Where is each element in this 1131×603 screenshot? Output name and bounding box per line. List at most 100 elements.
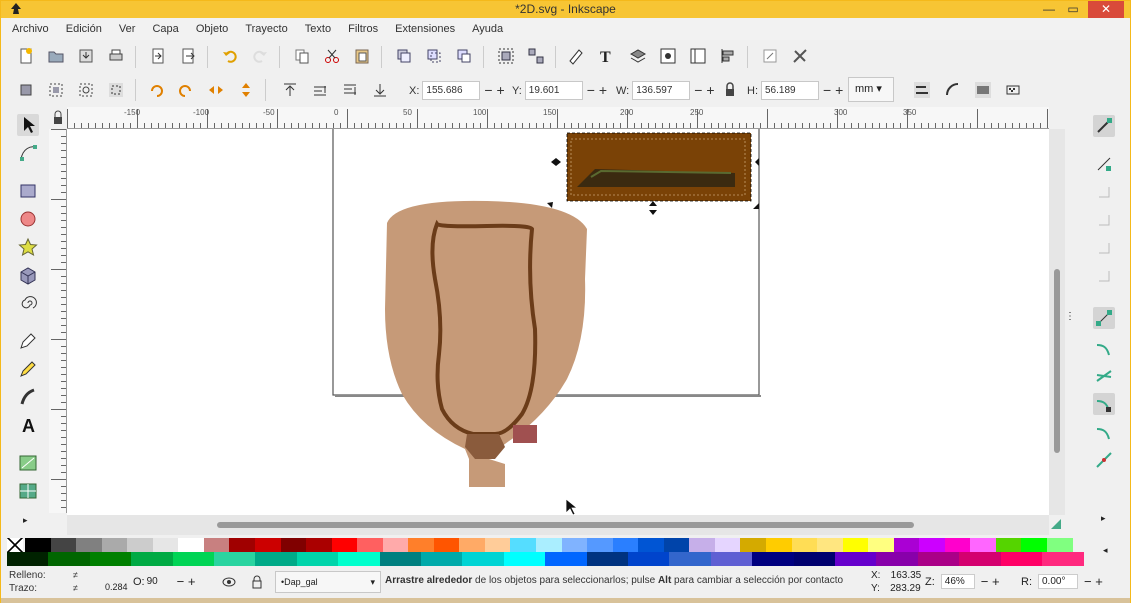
current-layer-select[interactable]: •Dap_gal ▾	[275, 571, 381, 593]
color-swatch[interactable]	[331, 538, 358, 552]
color-swatch[interactable]	[255, 552, 298, 566]
selector-tool-icon[interactable]	[17, 114, 39, 136]
unit-select[interactable]: mm ▾	[848, 77, 894, 102]
x-input[interactable]: 155.686	[422, 81, 481, 100]
horizontal-scroll-thumb[interactable]	[217, 522, 914, 528]
vertical-scrollbar[interactable]	[1049, 129, 1065, 515]
color-swatch[interactable]	[379, 552, 422, 566]
lock-guides-icon[interactable]	[51, 109, 65, 127]
menu-edicion[interactable]: Edición	[59, 18, 109, 40]
import-icon[interactable]	[149, 47, 167, 65]
redo-icon[interactable]	[251, 47, 269, 65]
vertical-scroll-thumb[interactable]	[1054, 269, 1060, 453]
3d-box-tool-icon[interactable]	[17, 264, 39, 286]
stroke-width-value[interactable]: 0.284	[105, 582, 128, 592]
menu-extensiones[interactable]: Extensiones	[388, 18, 462, 40]
color-swatch[interactable]	[152, 538, 179, 552]
color-swatch[interactable]	[25, 538, 51, 552]
scale-corners-icon[interactable]	[944, 81, 962, 99]
group-icon[interactable]	[497, 47, 515, 65]
preferences-icon[interactable]	[761, 47, 779, 65]
star-tool-icon[interactable]	[17, 236, 39, 258]
maximize-button[interactable]: ▭	[1062, 1, 1084, 18]
rotation-stepper[interactable]: − +	[1084, 574, 1103, 589]
menu-objeto[interactable]: Objeto	[189, 18, 235, 40]
menu-trayecto[interactable]: Trayecto	[238, 18, 294, 40]
new-document-icon[interactable]	[17, 47, 35, 65]
rotation-input[interactable]: 0.00°	[1038, 574, 1078, 589]
ungroup-icon[interactable]	[527, 47, 545, 65]
color-swatch[interactable]	[382, 538, 409, 552]
color-swatch[interactable]	[462, 552, 505, 566]
more-snap-arrow-icon[interactable]: ▸	[1101, 513, 1106, 524]
palette-menu-arrow-icon[interactable]: ◂	[1103, 545, 1108, 556]
color-swatch[interactable]	[280, 538, 307, 552]
toggle-scale-handles-icon[interactable]	[107, 81, 125, 99]
color-swatch[interactable]	[459, 538, 486, 552]
transform-patterns-icon[interactable]	[1004, 81, 1022, 99]
color-swatch[interactable]	[510, 538, 537, 552]
deselect-icon[interactable]	[77, 81, 95, 99]
w-input[interactable]: 136.597	[632, 81, 691, 100]
transform-gradients-icon[interactable]	[974, 81, 992, 99]
color-swatch[interactable]	[793, 552, 836, 566]
color-swatch[interactable]	[1047, 538, 1073, 552]
print-icon[interactable]	[107, 47, 125, 65]
color-swatch[interactable]	[127, 538, 154, 552]
undo-icon[interactable]	[221, 47, 239, 65]
color-swatch[interactable]	[714, 538, 741, 552]
color-swatch[interactable]	[868, 538, 895, 552]
spiral-tool-icon[interactable]	[17, 292, 39, 314]
color-swatch[interactable]	[876, 552, 919, 566]
text-tool-icon[interactable]: A	[17, 414, 39, 436]
color-swatch[interactable]	[586, 552, 629, 566]
menu-archivo[interactable]: Archivo	[1, 18, 56, 40]
save-icon[interactable]	[77, 47, 95, 65]
color-manage-icon[interactable]	[1049, 517, 1063, 531]
color-swatch[interactable]	[7, 552, 49, 566]
menu-capa[interactable]: Capa	[145, 18, 185, 40]
mesh-tool-icon[interactable]	[17, 480, 39, 502]
color-swatch[interactable]	[76, 538, 103, 552]
color-swatch[interactable]	[893, 538, 920, 552]
color-swatch[interactable]	[338, 552, 381, 566]
snap-bbox-centers-icon[interactable]	[1093, 265, 1115, 287]
color-swatch[interactable]	[484, 538, 511, 552]
color-swatch[interactable]	[817, 538, 844, 552]
color-swatch[interactable]	[254, 538, 281, 552]
snap-cusp-nodes-icon[interactable]	[1093, 393, 1115, 415]
color-swatch[interactable]	[229, 538, 256, 552]
small-red-square[interactable]	[513, 425, 537, 443]
color-swatch[interactable]	[970, 538, 997, 552]
color-swatch[interactable]	[131, 552, 174, 566]
color-swatch[interactable]	[50, 538, 77, 552]
snap-smooth-nodes-icon[interactable]	[1093, 421, 1115, 443]
opacity-input[interactable]: 90	[147, 576, 171, 587]
menu-texto[interactable]: Texto	[298, 18, 338, 40]
color-swatch[interactable]	[536, 538, 562, 552]
toggle-layer-visibility-icon[interactable]	[221, 574, 237, 590]
color-swatch[interactable]	[842, 538, 869, 552]
close-button[interactable]: ✕	[1088, 1, 1124, 18]
select-all-layers-icon[interactable]	[47, 81, 65, 99]
snap-nodes-icon[interactable]	[1093, 307, 1115, 329]
minimize-button[interactable]: —	[1038, 1, 1060, 18]
lower-icon[interactable]	[341, 81, 359, 99]
color-swatch[interactable]	[669, 552, 712, 566]
color-swatch[interactable]	[628, 552, 670, 566]
clone-icon[interactable]	[425, 47, 443, 65]
lock-layer-icon[interactable]	[250, 574, 264, 590]
calligraphy-tool-icon[interactable]	[17, 386, 39, 408]
color-swatch[interactable]	[101, 538, 128, 552]
flip-vertical-icon[interactable]	[237, 81, 255, 99]
gradient-tool-icon[interactable]	[17, 452, 39, 474]
stroke-value[interactable]: ≠	[73, 582, 78, 595]
document-properties-icon[interactable]	[689, 47, 707, 65]
paste-icon[interactable]	[353, 47, 371, 65]
x-stepper[interactable]: − +	[484, 82, 504, 99]
cut-icon[interactable]	[323, 47, 341, 65]
color-swatch[interactable]	[663, 538, 690, 552]
snap-midpoints-icon[interactable]	[1093, 449, 1115, 471]
color-swatch[interactable]	[214, 552, 256, 566]
opacity-stepper[interactable]: − +	[177, 574, 196, 589]
